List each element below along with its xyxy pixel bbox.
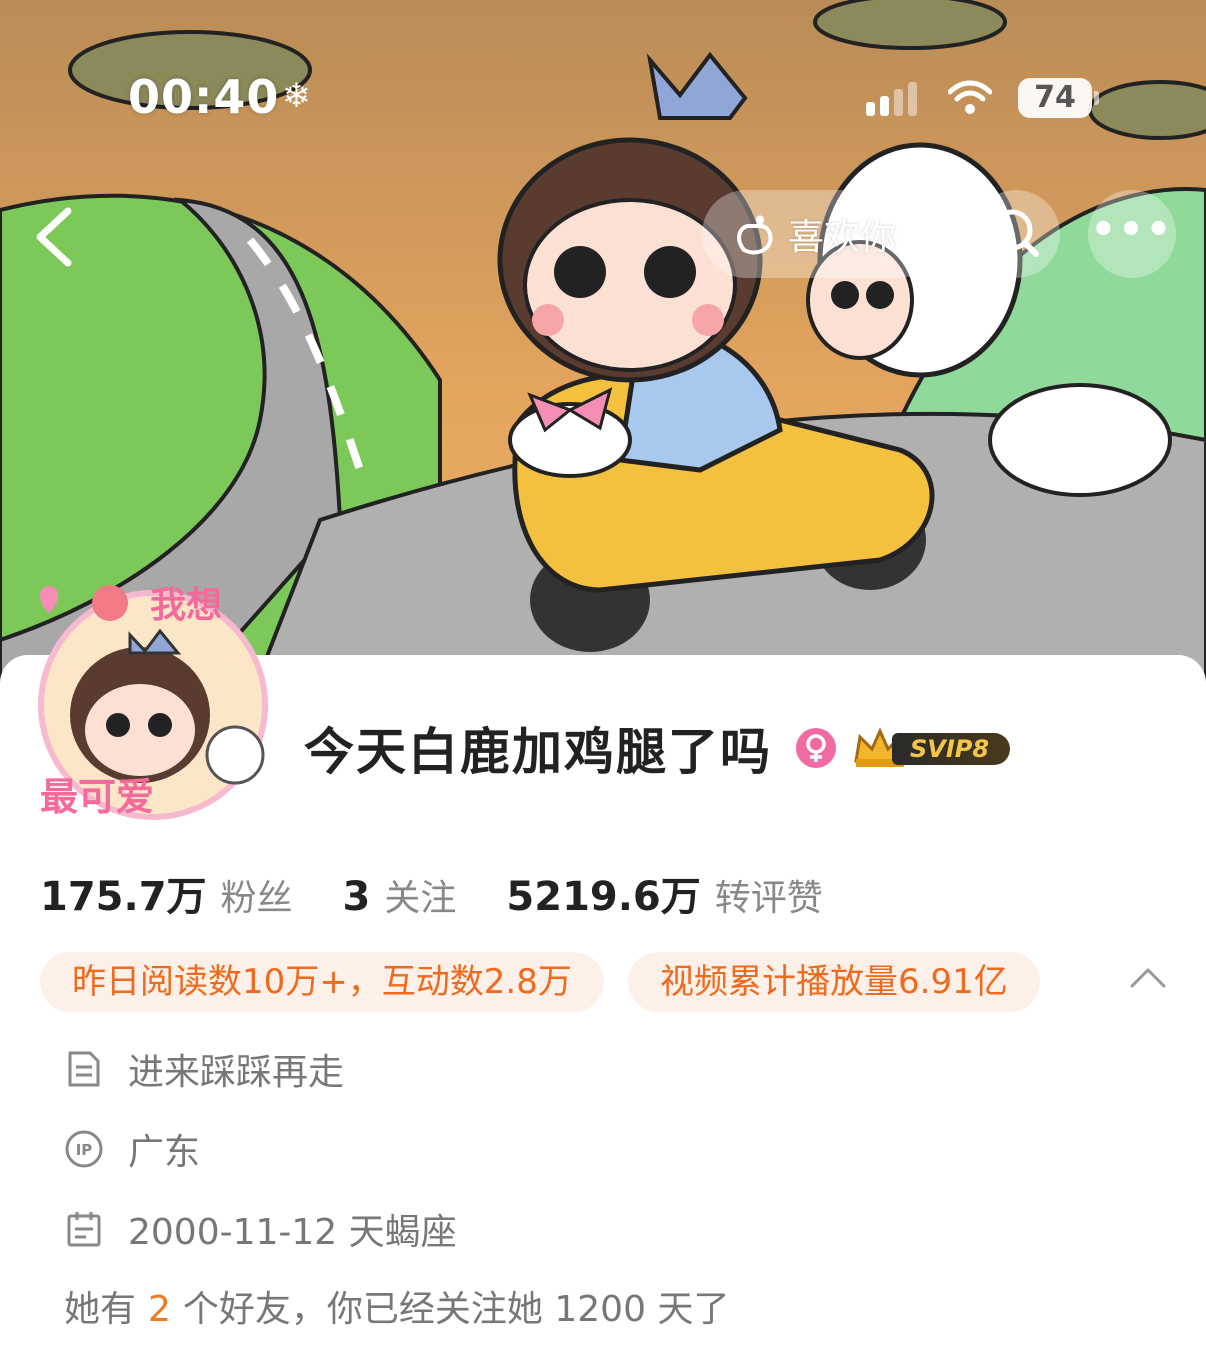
battery-tip [1094,91,1099,105]
svg-text:我想: 我想 [150,585,222,626]
stat-label: 粉丝 [220,878,293,919]
profile-stats: 175.7万 粉丝 3 关注 5219.6万 转评赞 [40,864,873,922]
reading-stats-tag[interactable]: 昨日阅读数10万+，互动数2.8万 [40,952,604,1012]
location-row: IP 广东 [64,1123,200,1175]
search-button[interactable] [972,190,1060,278]
profile-name: 今天白鹿加鸡腿了吗 [304,723,772,781]
profile-name-row: 今天白鹿加鸡腿了吗 SVIP8 [304,712,1012,784]
female-icon [796,728,836,768]
hand-heart-icon [737,215,773,255]
video-stats-tag[interactable]: 视频累计播放量6.91亿 [628,952,1040,1012]
stat-label: 转评赞 [714,878,823,919]
svip-badge[interactable]: SVIP8 [852,725,1012,771]
location-text: 广东 [128,1132,201,1173]
stat-value: 175.7万 [40,874,207,920]
friends-line[interactable]: 她有 2 个好友，你已经关注她 1200 天了 [64,1280,729,1332]
avatar[interactable]: 我想 最可爱 [30,565,276,827]
battery-indicator: 74 [1018,78,1092,118]
stat-followers[interactable]: 175.7万 粉丝 [40,864,293,922]
stat-following[interactable]: 3 关注 [343,869,457,921]
like-button[interactable]: 喜欢你 [702,190,942,278]
birthday-text: 2000-11-12 天蝎座 [128,1212,457,1253]
more-button[interactable]: ••• [1088,190,1176,278]
snowflake-icon: ❄ [282,76,311,116]
friends-prefix: 她有 [64,1289,137,1330]
svip-label: SVIP8 [910,735,990,763]
calendar-icon [67,1212,101,1247]
cellular-signal-icon [866,82,926,116]
like-label: 喜欢你 [788,217,897,258]
svg-text:IP: IP [76,1141,93,1159]
chevron-up-icon[interactable] [1130,966,1166,990]
friends-suffix: 个好友，你已经关注她 1200 天了 [182,1289,730,1330]
document-icon [68,1051,100,1087]
ip-location-icon: IP [65,1130,103,1168]
stat-value: 3 [342,874,371,920]
wifi-icon [948,80,992,114]
birthday-row: 2000-11-12 天蝎座 [64,1203,457,1255]
stat-label: 关注 [384,878,457,919]
bio-text: 进来踩踩再走 [128,1052,345,1093]
friends-count: 2 [148,1289,171,1330]
chevron-left-icon[interactable] [30,205,80,269]
search-icon [991,209,1039,257]
bio-row: 进来踩踩再走 [64,1043,344,1095]
stat-interactions[interactable]: 5219.6万 转评赞 [506,864,822,922]
stat-value: 5219.6万 [506,874,701,920]
svg-text:最可爱: 最可爱 [40,775,154,819]
status-time: 00:40 [128,70,280,124]
